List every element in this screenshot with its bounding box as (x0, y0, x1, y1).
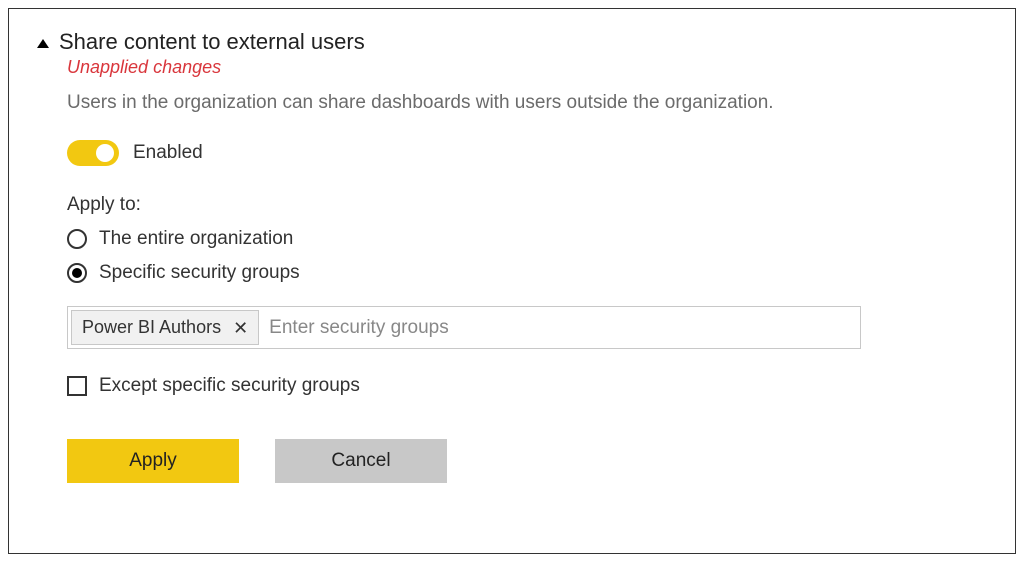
radio-entire-organization[interactable]: The entire organization (67, 228, 987, 250)
radio-icon (67, 229, 87, 249)
enabled-toggle[interactable] (67, 140, 119, 166)
radio-specific-groups[interactable]: Specific security groups (67, 262, 987, 284)
security-groups-input[interactable]: Power BI Authors ✕ (67, 306, 861, 349)
except-checkbox-label: Except specific security groups (99, 375, 360, 397)
security-groups-text-input[interactable] (259, 311, 857, 345)
cancel-button[interactable]: Cancel (275, 439, 447, 483)
action-button-row: Apply Cancel (67, 439, 987, 483)
unapplied-changes-label: Unapplied changes (67, 57, 987, 78)
setting-header: Share content to external users (37, 29, 987, 55)
setting-title: Share content to external users (59, 29, 365, 55)
header-text-block: Share content to external users (59, 29, 365, 55)
setting-content: Unapplied changes Users in the organizat… (67, 57, 987, 483)
tag-remove-icon[interactable]: ✕ (233, 319, 248, 337)
checkbox-icon (67, 376, 87, 396)
except-checkbox-row[interactable]: Except specific security groups (67, 375, 987, 397)
radio-label: The entire organization (99, 228, 293, 250)
enabled-toggle-label: Enabled (133, 142, 203, 164)
tag-label: Power BI Authors (82, 317, 221, 338)
enabled-toggle-row: Enabled (67, 140, 987, 166)
security-group-tag: Power BI Authors ✕ (71, 310, 259, 345)
setting-panel: Share content to external users Unapplie… (8, 8, 1016, 554)
collapse-caret-icon[interactable] (37, 39, 49, 48)
setting-description: Users in the organization can share dash… (67, 92, 987, 114)
apply-button[interactable]: Apply (67, 439, 239, 483)
radio-icon (67, 263, 87, 283)
toggle-knob-icon (96, 144, 114, 162)
apply-to-label: Apply to: (67, 194, 987, 216)
radio-label: Specific security groups (99, 262, 300, 284)
